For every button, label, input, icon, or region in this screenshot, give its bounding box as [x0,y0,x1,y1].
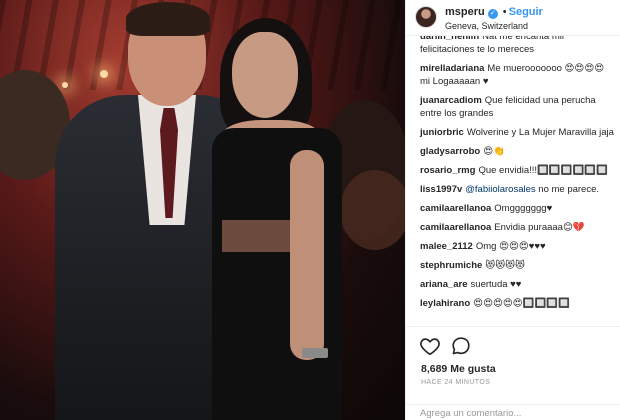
heart-outline-icon[interactable] [419,335,441,357]
comments-scroll: darlin_heniin Nat me encanta mil felicita… [420,36,616,316]
comment-mention[interactable]: @fabiiolarosales [465,184,535,195]
comment-item: camilaarellanoa Omggggggg♥ [420,202,616,215]
comment-item: juanarcadiom Que felicidad una perucha en… [420,94,616,120]
comment-text: no me parece. [538,184,600,195]
comment-username[interactable]: mirelladariana [420,63,484,74]
comment-text: Que envidia!!!🔲🔲🔲🔲🔲🔲 [478,165,609,176]
comment-item: juniorbric Wolverine y La Mujer Maravilla… [420,126,616,139]
comment-item: ariana_are suertuda ♥♥ [420,278,616,291]
comment-text: suertuda ♥♥ [470,279,522,290]
comment-username[interactable]: leylahirano [420,298,470,309]
follow-button[interactable]: Seguir [509,6,543,18]
comments-list[interactable]: darlin_heniin Nat me encanta mil felicita… [406,36,620,323]
post-sidebar: msperu ✓ • Seguir Geneva, Switzerland darli… [405,0,620,420]
comment-username[interactable]: rosario_rmg [420,165,475,176]
comment-username[interactable]: juanarcadiom [420,95,482,106]
location-link[interactable]: Geneva, Switzerland [445,21,528,31]
comment-username[interactable]: liss1997v [420,184,462,195]
comment-username[interactable]: juniorbric [420,127,464,138]
username-link[interactable]: msperu [445,6,485,18]
comment-item: gladysarrobo 😍👏 [420,145,616,158]
post-actions: 8,689 Me gusta HACE 24 MINUTOS [406,326,620,406]
comment-item: leylahirano 😍😍😍😍😍🔲🔲🔲🔲 [420,297,616,310]
comment-text: Envidia puraaaa😊💔 [494,222,585,233]
header-user-line: msperu ✓ • Seguir [445,6,543,19]
woman-arm [290,150,324,360]
comment-text: Omg 😍😍😍♥♥♥ [475,241,546,252]
comment-item: mirelladariana Me muerooooooo 😍😍😍😍 mi Log… [420,62,616,88]
background-flowers [340,170,405,250]
comment-username[interactable]: stephrumiche [420,260,482,271]
comment-username[interactable]: ariana_are [420,279,468,290]
comment-input[interactable] [420,408,600,419]
comment-item: rosario_rmg Que envidia!!!🔲🔲🔲🔲🔲🔲 [420,164,616,177]
verified-badge-icon: ✓ [487,9,498,19]
comment-text: Omggggggg♥ [494,203,553,214]
comment-item: stephrumiche 😻😻😻😻 [420,259,616,272]
post-photo[interactable] [0,0,405,420]
comment-username[interactable]: camilaarellanoa [420,222,491,233]
separator-dot: • [502,6,507,18]
man-hair [126,2,210,36]
avatar[interactable] [415,6,437,28]
ceiling-light [100,70,108,78]
comment-text: 😍😍😍😍😍🔲🔲🔲🔲 [473,298,571,309]
comment-text: Wolverine y La Mujer Maravilla jaja [466,127,614,138]
wristwatch [302,348,328,358]
comment-item: camilaarellanoa Envidia puraaaa😊💔 [420,221,616,234]
woman-face [232,32,298,118]
ceiling-light [62,82,68,88]
post-header: msperu ✓ • Seguir Geneva, Switzerland [406,0,620,36]
speech-bubble-icon[interactable] [450,335,472,357]
comment-username[interactable]: camilaarellanoa [420,203,491,214]
comment-item: malee_2112 Omg 😍😍😍♥♥♥ [420,240,616,253]
add-comment-bar [406,404,620,420]
comment-text: 😻😻😻😻 [485,260,525,271]
comment-item: liss1997v @fabiiolarosales no me parece. [420,183,616,196]
comment-username[interactable]: malee_2112 [420,241,473,252]
comment-username[interactable]: gladysarrobo [420,146,480,157]
post-timestamp: HACE 24 MINUTOS [421,379,491,386]
likes-count[interactable]: 8,689 Me gusta [421,363,496,375]
comment-text: 😍👏 [483,146,505,157]
comment-item: darlin_heniin Nat me encanta mil felicita… [420,36,616,56]
comment-username[interactable]: darlin_heniin [420,36,479,42]
